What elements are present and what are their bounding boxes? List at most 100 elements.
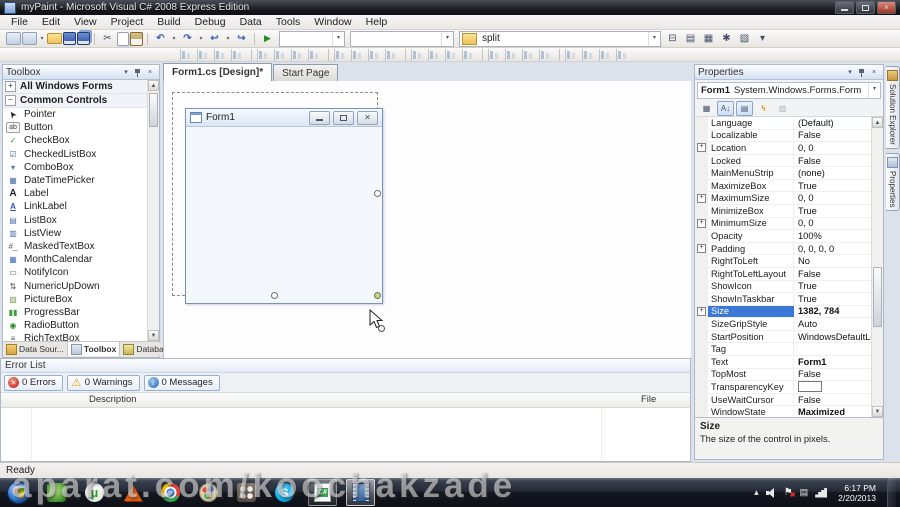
find-combo[interactable]: split ▾	[459, 30, 661, 47]
menu-debug[interactable]: Debug	[188, 15, 233, 29]
title-bar[interactable]: myPaint - Microsoft Visual C# 2008 Expre…	[0, 0, 900, 15]
undo-icon[interactable]: ↶	[152, 31, 169, 46]
property-value[interactable]: Form1	[794, 357, 872, 367]
property-value[interactable]: 0, 0	[794, 193, 872, 203]
property-row-opacity[interactable]: Opacity 100%	[695, 230, 872, 243]
remove-vertical-spacing-icon[interactable]	[522, 48, 537, 61]
property-value[interactable]: False	[794, 395, 872, 405]
solution-explorer-icon[interactable]: ⊟	[664, 31, 681, 46]
center-horizontally-icon[interactable]	[539, 48, 554, 61]
property-row-transparencykey[interactable]: TransparencyKey	[695, 381, 872, 394]
show-hidden-icons-icon[interactable]: ▴	[754, 487, 759, 498]
menu-window[interactable]: Window	[307, 15, 358, 29]
toolbox-item-richtextbox[interactable]: ≡ RichTextBox	[3, 332, 148, 341]
decrease-horizontal-spacing-icon[interactable]	[428, 48, 443, 61]
network-icon[interactable]	[815, 487, 828, 498]
start-debugging-icon[interactable]: ▶	[259, 31, 276, 46]
align-rights-icon[interactable]	[231, 48, 246, 61]
navigate-backward-icon[interactable]: ↩	[206, 31, 223, 46]
resize-handle-right[interactable]	[374, 190, 381, 197]
clipboard-icon[interactable]: ▤	[800, 487, 809, 498]
scroll-up-icon[interactable]: ▲	[872, 117, 883, 128]
chevron-down-icon[interactable]: ▾	[38, 35, 46, 42]
property-value[interactable]: False	[794, 130, 872, 140]
property-row-windowstate[interactable]: WindowState Maximized	[695, 406, 872, 417]
scroll-down-icon[interactable]: ▼	[872, 406, 883, 417]
send-to-back-icon[interactable]	[599, 48, 614, 61]
property-value[interactable]: 100%	[794, 231, 872, 241]
bring-to-front-icon[interactable]	[582, 48, 597, 61]
toolbox-item-pointer[interactable]: ➤ Pointer	[3, 108, 148, 121]
make-vertical-spacing-equal-icon[interactable]	[462, 48, 477, 61]
autohide-tab-solution-explorer[interactable]: Solution Explorer	[886, 66, 900, 149]
design-canvas[interactable]: Form1 ✕	[163, 81, 691, 358]
action-center-flag-icon[interactable]: ⚑ ✖	[784, 487, 796, 499]
property-value[interactable]: (Default)	[794, 118, 872, 128]
toolbox-item-datetimepicker[interactable]: ▦ DateTimePicker	[3, 174, 148, 187]
property-row-locked[interactable]: Locked False	[695, 154, 872, 168]
redo-icon[interactable]: ↷	[179, 31, 196, 46]
property-row-padding[interactable]: + Padding 0, 0, 0, 0	[695, 242, 872, 256]
toolbox-item-checkbox[interactable]: ✓ CheckBox	[3, 134, 148, 147]
property-value[interactable]: True	[794, 206, 872, 216]
scroll-up-icon[interactable]: ▲	[148, 80, 159, 91]
expand-icon[interactable]: +	[5, 81, 16, 92]
toolbox-item-listview[interactable]: ▥ ListView	[3, 227, 148, 240]
object-browser-icon[interactable]: ▦	[700, 31, 717, 46]
property-value[interactable]: False	[794, 369, 872, 379]
expand-icon[interactable]: +	[697, 306, 706, 316]
property-row-text[interactable]: Text Form1	[695, 355, 872, 369]
scrollbar-thumb[interactable]	[149, 93, 158, 127]
menu-tools[interactable]: Tools	[269, 15, 308, 29]
property-value[interactable]: True	[794, 281, 872, 291]
taskbar-app-grid[interactable]	[232, 479, 261, 506]
menu-file[interactable]: File	[4, 15, 35, 29]
auto-hide-pin-icon[interactable]	[134, 68, 142, 77]
property-row-language[interactable]: Language (Default)	[695, 117, 872, 130]
property-value[interactable]: Auto	[794, 319, 872, 329]
chevron-down-icon[interactable]: ▾	[170, 35, 178, 42]
properties-scrollbar[interactable]: ▲ ▼	[871, 117, 883, 417]
window-position-icon[interactable]: ▾	[844, 68, 856, 76]
error-list-title-bar[interactable]: Error List	[1, 359, 690, 373]
chevron-down-icon[interactable]: ▾	[648, 31, 660, 46]
form1-design-window[interactable]: Form1 ✕	[185, 108, 383, 304]
maximize-button[interactable]	[856, 1, 875, 14]
property-value[interactable]	[794, 381, 872, 393]
toolbox-item-notifyicon[interactable]: ▭ NotifyIcon	[3, 266, 148, 279]
property-row-righttoleft[interactable]: RightToLeft No	[695, 255, 872, 268]
property-value[interactable]: 1382, 784	[794, 306, 872, 316]
warnings-button[interactable]: ⚠ 0 Warnings	[66, 374, 140, 391]
property-value[interactable]: True	[794, 181, 872, 191]
toolbox-item-picturebox[interactable]: ▨ PictureBox	[3, 293, 148, 306]
align-bottoms-icon[interactable]	[291, 48, 306, 61]
align-centers-icon[interactable]	[214, 48, 229, 61]
collapse-icon[interactable]: −	[5, 95, 16, 106]
property-value[interactable]: No	[794, 256, 872, 266]
taskbar-start[interactable]	[4, 479, 33, 506]
taskbar-matlab[interactable]	[118, 479, 147, 506]
taskbar-skype[interactable]: S	[270, 479, 299, 506]
tab-start-page[interactable]: Start Page	[273, 64, 339, 81]
column-header-file[interactable]: File	[641, 394, 656, 405]
expand-icon[interactable]: +	[697, 218, 706, 228]
property-value[interactable]: False	[794, 156, 872, 166]
properties-close-icon[interactable]: ×	[868, 69, 880, 76]
categorized-icon[interactable]: ▦	[698, 101, 715, 116]
minimize-button[interactable]	[835, 1, 854, 14]
make-same-height-icon[interactable]	[351, 48, 366, 61]
toolbox-item-maskedtextbox[interactable]: #_ MaskedTextBox	[3, 240, 148, 253]
property-value[interactable]: True	[794, 294, 872, 304]
auto-hide-pin-icon[interactable]	[858, 68, 866, 77]
toolbox-title-bar[interactable]: Toolbox ▾ ×	[3, 65, 159, 80]
expand-icon[interactable]: +	[697, 193, 706, 203]
property-row-showicon[interactable]: ShowIcon True	[695, 280, 872, 294]
toolbox-item-numericupdown[interactable]: ⇅ NumericUpDown	[3, 279, 148, 292]
chevron-down-icon[interactable]: ▾	[868, 83, 880, 98]
resize-handle-bottom[interactable]	[271, 292, 278, 299]
property-row-righttoleftlayout[interactable]: RightToLeftLayout False	[695, 267, 872, 281]
property-row-minimizebox[interactable]: MinimizeBox True	[695, 205, 872, 218]
property-value[interactable]: WindowsDefaultLocation	[794, 332, 872, 342]
open-file-icon[interactable]	[47, 33, 62, 44]
toolbox-item-combobox[interactable]: ▾ ComboBox	[3, 161, 148, 174]
